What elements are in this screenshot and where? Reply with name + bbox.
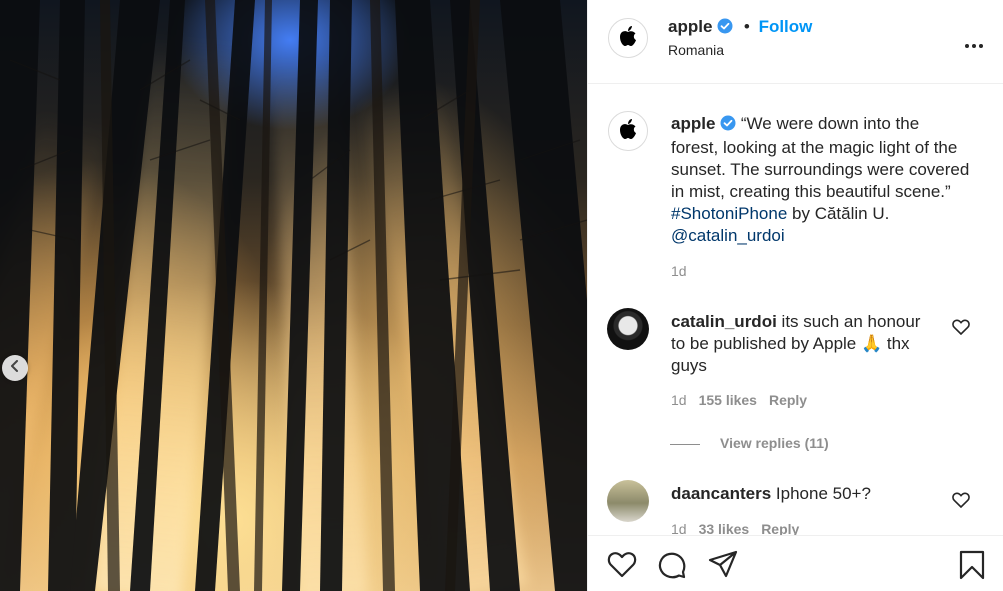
comment: daancanters Iphone 50+? <box>671 483 936 505</box>
hashtag-link[interactable]: #ShotoniPhone <box>671 204 787 223</box>
replies-divider <box>670 443 700 445</box>
apple-logo-icon <box>618 118 638 145</box>
comments-section[interactable]: apple “We were down into the forest, loo… <box>588 85 1003 535</box>
comment-likes[interactable]: 155 likes <box>699 392 757 408</box>
comment-time[interactable]: 1d <box>671 392 687 408</box>
bookmark-icon[interactable] <box>959 550 985 585</box>
comment-body: Iphone 50+? <box>775 484 871 503</box>
author-avatar[interactable] <box>608 18 648 58</box>
comment-username[interactable]: catalin_urdoi <box>671 312 777 331</box>
verified-badge-icon <box>717 18 733 39</box>
forest-trees <box>0 0 587 591</box>
separator-dot: • <box>743 17 750 36</box>
chevron-left-icon <box>9 359 21 377</box>
verified-badge-icon <box>720 115 736 137</box>
comment-like-icon[interactable] <box>952 492 970 513</box>
caption-username[interactable]: apple <box>671 114 715 133</box>
mention-link[interactable]: @catalin_urdoi <box>671 226 785 245</box>
action-bar <box>588 535 1003 591</box>
caption: apple “We were down into the forest, loo… <box>671 113 971 247</box>
comment-icon[interactable] <box>657 550 687 585</box>
author-username[interactable]: apple <box>668 17 712 36</box>
carousel-prev-button[interactable] <box>2 355 28 381</box>
post-photo[interactable] <box>0 0 587 591</box>
header-line: apple • Follow <box>668 17 812 39</box>
view-replies-label: View replies (11) <box>720 435 829 451</box>
post-header: apple • Follow Romania <box>588 0 1003 84</box>
share-icon[interactable] <box>708 550 738 583</box>
apple-logo-icon <box>618 25 638 52</box>
caption-time[interactable]: 1d <box>671 263 687 279</box>
follow-button[interactable]: Follow <box>759 17 813 36</box>
commenter-avatar[interactable] <box>607 480 649 522</box>
reply-button[interactable]: Reply <box>761 521 799 535</box>
caption-avatar[interactable] <box>608 111 648 151</box>
comment-likes[interactable]: 33 likes <box>699 521 750 535</box>
heart-icon[interactable] <box>607 550 637 583</box>
caption-body: “We were down into the forest, looking a… <box>671 114 970 201</box>
location-link[interactable]: Romania <box>668 42 724 58</box>
caption-credit: by Cătălin U. <box>792 204 890 223</box>
comment-meta: 1d 155 likes Reply <box>671 392 807 408</box>
commenter-avatar[interactable] <box>607 308 649 350</box>
reply-button[interactable]: Reply <box>769 392 807 408</box>
more-options-icon[interactable] <box>964 36 984 54</box>
comment-meta: 1d 33 likes Reply <box>671 521 799 535</box>
post-sidebar: apple • Follow Romania apple “We were do… <box>587 0 1003 591</box>
comment: catalin_urdoi its such an honour to be p… <box>671 311 936 377</box>
comment-time[interactable]: 1d <box>671 521 687 535</box>
comment-like-icon[interactable] <box>952 319 970 340</box>
comment-username[interactable]: daancanters <box>671 484 771 503</box>
view-replies-button[interactable]: View replies (11) <box>670 435 829 451</box>
